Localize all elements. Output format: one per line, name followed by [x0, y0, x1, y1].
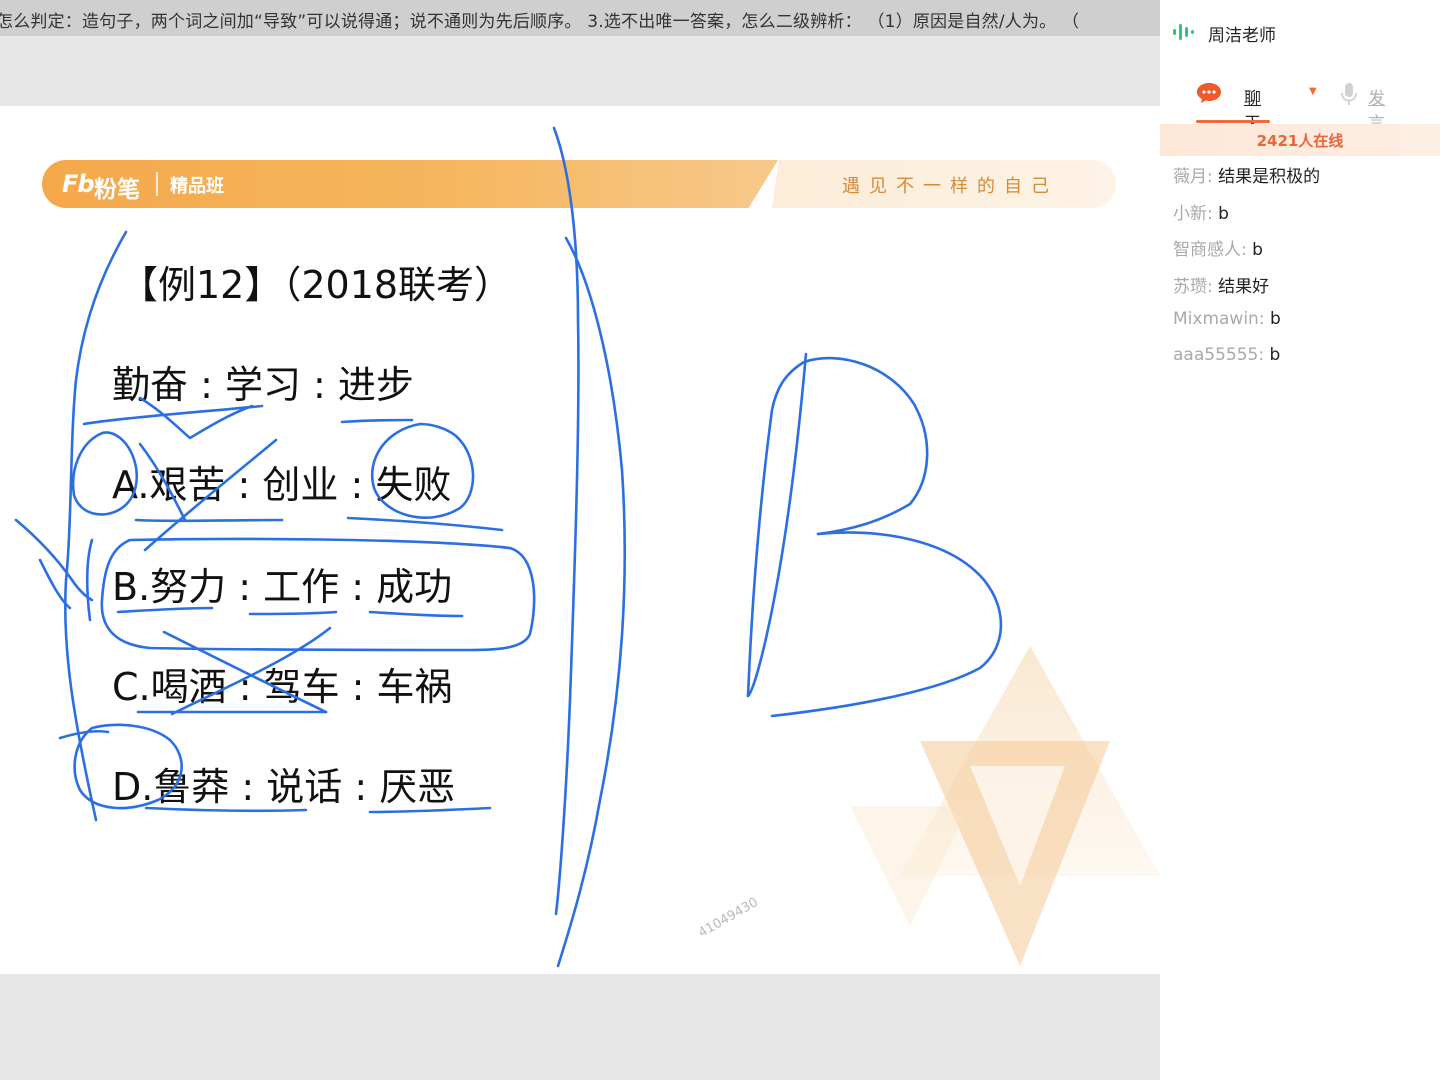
stage-bottom-bar	[0, 974, 1160, 1080]
chat-text: b	[1269, 308, 1281, 329]
tab-active-indicator	[1196, 120, 1270, 123]
chat-message: 薇月: 结果是积极的	[1173, 162, 1433, 199]
chat-text: b	[1269, 345, 1281, 366]
chat-username: Mixmawin:	[1173, 308, 1265, 329]
notice-marquee: 怎么判定：造句子，两个词之间加“导致”可以说得通；说不通则为先后顺序。 3.选不…	[0, 0, 1160, 36]
courseware-slide: Fb 粉笔 精品班 遇见不一样的自己 【例12】（2018联考） 勤奋 : 学习…	[0, 106, 1160, 974]
microphone-icon	[1341, 83, 1357, 105]
chat-text: b	[1252, 240, 1263, 261]
online-count-bar: 2421人在线	[1160, 124, 1440, 156]
chat-text: b	[1218, 203, 1229, 224]
chat-message: 苏瓒: 结果好	[1173, 272, 1433, 309]
notice-marquee-text: 怎么判定：造句子，两个词之间加“导致”可以说得通；说不通则为先后顺序。 3.选不…	[0, 12, 1080, 32]
chat-message: 小新: b	[1173, 199, 1433, 236]
online-count: 2421人在线	[1256, 132, 1344, 150]
chat-text: 结果好	[1218, 277, 1270, 298]
chat-text: 结果是积极的	[1218, 167, 1321, 187]
panel-tabs: 聊天 ▼ 发言	[1160, 64, 1440, 134]
chat-panel: 周洁老师 聊天 ▼ 发言 2421人在线 薇月:	[1160, 0, 1440, 1080]
chat-message: Mixmawin: b	[1173, 309, 1433, 346]
chat-username: 小新:	[1173, 203, 1213, 224]
caret-down-icon: ▼	[1309, 86, 1317, 97]
teacher-name: 周洁老师	[1208, 26, 1276, 46]
live-stage: 怎么判定：造句子，两个词之间加“导致”可以说得通；说不通则为先后顺序。 3.选不…	[0, 0, 1160, 1080]
chat-username: aaa55555:	[1173, 345, 1265, 366]
teacher-info: 周洁老师	[1160, 0, 1440, 64]
chat-username: 智商感人:	[1173, 240, 1247, 261]
chat-message: 智商感人: b	[1173, 235, 1433, 272]
chat-message-list[interactable]: 薇月: 结果是积极的 小新: b 智商感人: b 苏瓒: 结果好 Mixmawi…	[1173, 162, 1433, 382]
chat-message: aaa55555: b	[1173, 345, 1433, 382]
chat-username: 苏瓒:	[1173, 277, 1213, 298]
chat-username: 薇月:	[1173, 167, 1213, 187]
audio-wave-icon	[1173, 24, 1194, 40]
chat-bubble-icon	[1197, 83, 1221, 103]
handwriting-annotations	[14, 126, 1003, 968]
